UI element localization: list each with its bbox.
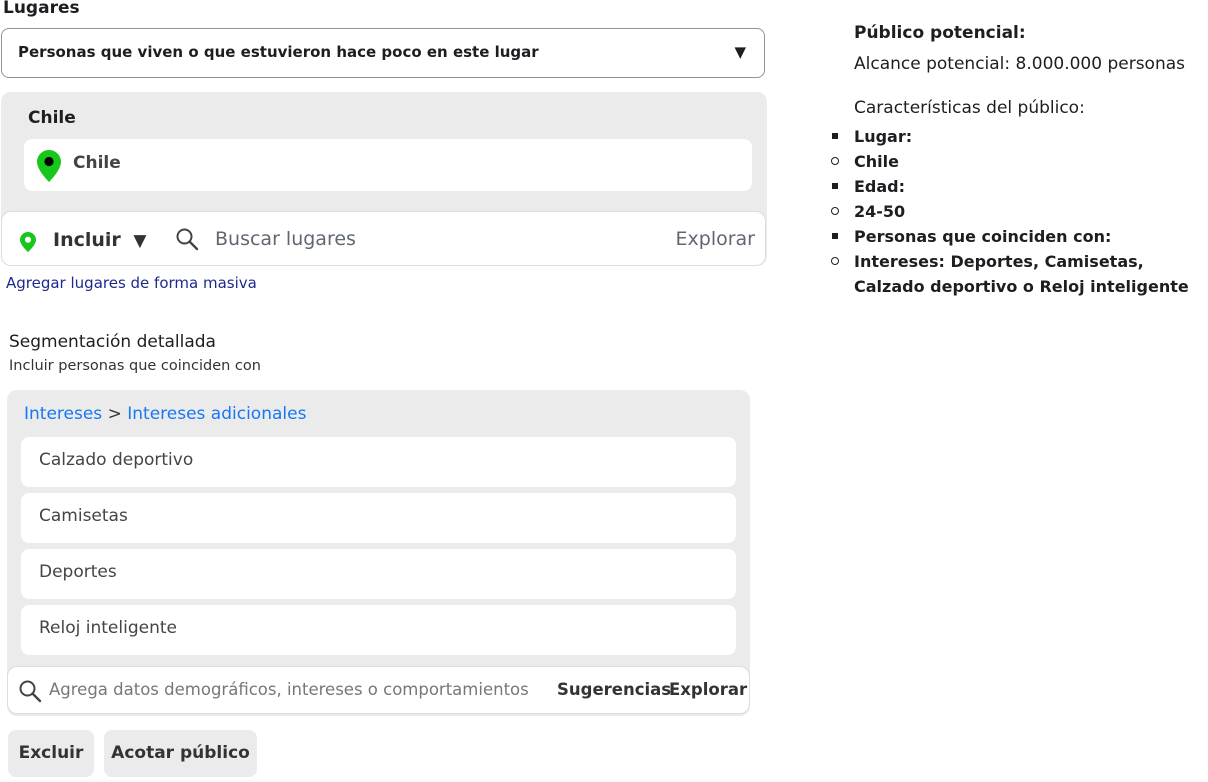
suggestions-button[interactable]: Sugerencias bbox=[557, 680, 671, 699]
dropdown-arrow-icon: ▼ bbox=[734, 43, 746, 61]
interest-label: Camisetas bbox=[39, 506, 128, 526]
list-item-text: 24-50 bbox=[854, 202, 906, 221]
places-mode-dropdown[interactable]: Personas que viven o que estuvieron hace… bbox=[1, 28, 765, 78]
list-item-text: Personas que coinciden con: bbox=[854, 227, 1112, 246]
detailed-targeting-search-bar: Agrega datos demográficos, intereses o c… bbox=[7, 666, 750, 714]
list-item: Lugar: bbox=[832, 124, 1208, 149]
circle-bullet-icon bbox=[831, 207, 839, 215]
potential-reach: Alcance potencial: 8.000.000 personas bbox=[854, 54, 1186, 74]
search-icon bbox=[175, 227, 199, 255]
map-pin-icon bbox=[37, 150, 61, 186]
circle-bullet-icon bbox=[831, 257, 839, 265]
selected-location-name: Chile bbox=[73, 153, 121, 173]
breadcrumb-additional-interests[interactable]: Intereses adicionales bbox=[127, 404, 306, 424]
list-item: Chile bbox=[831, 149, 1208, 174]
location-search-input[interactable]: Buscar lugares bbox=[215, 228, 356, 250]
detailed-targeting-panel: Intereses > Intereses adicionales Calzad… bbox=[7, 390, 750, 716]
map-pin-icon bbox=[20, 232, 36, 256]
list-item: 24-50 bbox=[831, 199, 1208, 224]
interest-label: Calzado deportivo bbox=[39, 450, 194, 470]
interest-label: Deportes bbox=[39, 562, 117, 582]
list-item: Edad: bbox=[832, 174, 1208, 199]
location-search-bar: Incluir ▼ Buscar lugares Explorar bbox=[1, 211, 766, 266]
breadcrumb-interests[interactable]: Intereses bbox=[24, 404, 102, 424]
country-group-label: Chile bbox=[28, 108, 76, 128]
interest-item[interactable]: Deportes bbox=[21, 549, 736, 599]
audience-characteristics-title: Características del público: bbox=[854, 98, 1085, 118]
places-title: Lugares bbox=[3, 0, 80, 18]
bulk-add-locations-link[interactable]: Agregar lugares de forma masiva bbox=[6, 274, 257, 292]
include-exclude-dropdown[interactable]: Incluir ▼ bbox=[53, 229, 146, 251]
search-icon bbox=[18, 679, 42, 707]
explore-targeting-button[interactable]: Explorar bbox=[669, 680, 747, 699]
detailed-targeting-subtitle: Incluir personas que coinciden con bbox=[9, 358, 261, 374]
list-item: Intereses: Deportes, Camisetas, Calzado … bbox=[831, 249, 1208, 299]
list-item: Personas que coinciden con: bbox=[832, 224, 1208, 249]
interest-item[interactable]: Camisetas bbox=[21, 493, 736, 543]
list-item-text: Lugar: bbox=[854, 127, 913, 146]
exclude-button[interactable]: Excluir bbox=[8, 730, 94, 777]
circle-bullet-icon bbox=[831, 157, 839, 165]
explore-locations-button[interactable]: Explorar bbox=[676, 228, 755, 250]
interest-item[interactable]: Calzado deportivo bbox=[21, 437, 736, 487]
selected-location-chip[interactable]: Chile bbox=[24, 139, 752, 191]
breadcrumb: Intereses > Intereses adicionales bbox=[24, 404, 306, 424]
detailed-targeting-title: Segmentación detallada bbox=[9, 332, 216, 352]
potential-audience-title: Público potencial: bbox=[854, 23, 1026, 43]
square-bullet-icon bbox=[832, 183, 838, 189]
audience-characteristics-list: Lugar: Chile Edad: 24-50 Personas que co… bbox=[831, 124, 1208, 299]
square-bullet-icon bbox=[832, 233, 838, 239]
interest-item[interactable]: Reloj inteligente bbox=[21, 605, 736, 655]
narrow-audience-button[interactable]: Acotar público bbox=[104, 730, 257, 777]
places-mode-value: Personas que viven o que estuvieron hace… bbox=[18, 43, 539, 61]
list-item-text: Intereses: Deportes, Camisetas, Calzado … bbox=[854, 252, 1189, 296]
list-item-text: Chile bbox=[854, 152, 899, 171]
list-item-text: Edad: bbox=[854, 177, 906, 196]
detailed-targeting-search-input[interactable]: Agrega datos demográficos, intereses o c… bbox=[49, 680, 529, 699]
square-bullet-icon bbox=[832, 133, 838, 139]
interest-label: Reloj inteligente bbox=[39, 618, 177, 638]
breadcrumb-separator: > bbox=[107, 404, 122, 424]
chevron-down-icon: ▼ bbox=[133, 231, 147, 251]
include-label: Incluir bbox=[53, 229, 121, 251]
